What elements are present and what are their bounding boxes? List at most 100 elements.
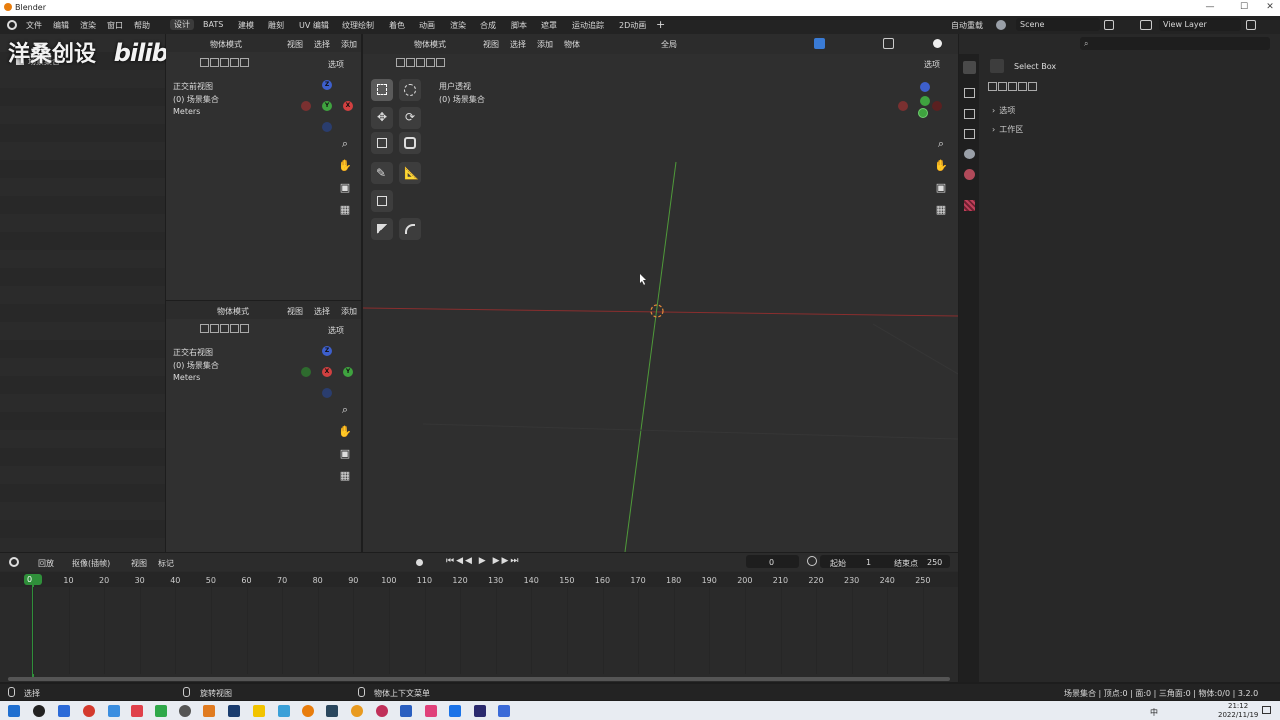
front-menu-select[interactable]: 选择	[314, 39, 330, 50]
search-taskbar-icon[interactable]	[33, 705, 45, 717]
app-blue-icon[interactable]	[108, 705, 120, 717]
right-zoom-icon[interactable]: ⌕	[337, 402, 353, 418]
front-gizmo-z-icon[interactable]: Z	[322, 80, 332, 90]
front-pan-hand-icon[interactable]: ✋	[337, 158, 353, 174]
view-layer-tab-icon[interactable]	[964, 129, 975, 139]
tab-modeling[interactable]: 建模	[238, 20, 254, 31]
menu-file[interactable]: 文件	[26, 20, 42, 31]
texture-tab-icon[interactable]	[964, 200, 975, 211]
front-menu-view[interactable]: 视图	[287, 39, 303, 50]
world-tab-icon[interactable]	[964, 169, 975, 180]
record-button[interactable]	[416, 559, 423, 566]
properties-select-mode-buttons[interactable]	[988, 82, 1038, 91]
app-magenta-icon[interactable]	[376, 705, 388, 717]
main-gizmo-neg-y-icon[interactable]	[918, 108, 928, 118]
add-workspace-button[interactable]: +	[656, 18, 665, 31]
transform-tool-button[interactable]	[399, 132, 421, 154]
main-pan-hand-icon[interactable]: ✋	[933, 158, 949, 174]
app-yellow-icon[interactable]	[253, 705, 265, 717]
tab-masking[interactable]: 遮罩	[541, 20, 557, 31]
xray-toggle-icon[interactable]	[883, 38, 894, 49]
front-gizmo-x-icon[interactable]: X	[343, 101, 353, 111]
move-tool-button[interactable]: ✥	[371, 107, 393, 129]
auto-reload[interactable]: 自动重载	[951, 20, 983, 31]
steam-icon[interactable]	[326, 705, 338, 717]
start-frame-value[interactable]: 1	[866, 558, 871, 567]
tab-scripting[interactable]: 脚本	[511, 20, 527, 31]
tab-sculpt[interactable]: 雕刻	[268, 20, 284, 31]
blender-taskbar-icon-2[interactable]	[351, 705, 363, 717]
measure-tool-button[interactable]: 📐	[399, 162, 421, 184]
scene-tab-icon[interactable]	[964, 149, 975, 159]
tab-motion-tracking[interactable]: 运动追踪	[572, 20, 604, 31]
taskbar-date[interactable]: 2022/11/19	[1218, 711, 1258, 719]
editor-type-icon[interactable]	[9, 557, 19, 567]
main-mode-select[interactable]: 物体模式	[414, 39, 446, 50]
scene-icon[interactable]	[996, 20, 1006, 30]
right-select-mode-buttons[interactable]	[200, 324, 250, 333]
timeline-scrollbar[interactable]	[8, 677, 950, 681]
app-vs-icon[interactable]	[498, 705, 510, 717]
right-pan-hand-icon[interactable]: ✋	[337, 424, 353, 440]
right-mode-select[interactable]: 物体模式	[217, 306, 249, 317]
tab-compositing[interactable]: 合成	[480, 20, 496, 31]
main-perspective-icon[interactable]: ▦	[933, 202, 949, 218]
blender-menu-icon[interactable]	[7, 20, 17, 30]
menu-window[interactable]: 窗口	[107, 20, 123, 31]
front-camera-icon[interactable]: ▣	[337, 180, 353, 196]
new-view-layer-icon[interactable]	[1246, 20, 1256, 30]
main-menu-select[interactable]: 选择	[510, 39, 526, 50]
tab-2d-animation[interactable]: 2D动画	[619, 20, 646, 31]
right-gizmo-neg-z-icon[interactable]	[322, 388, 332, 398]
new-scene-icon[interactable]	[1104, 20, 1114, 30]
front-zoom-icon[interactable]: ⌕	[337, 136, 353, 152]
front-viewport[interactable]	[166, 34, 361, 300]
front-gizmo-neg-x-icon[interactable]	[301, 101, 311, 111]
main-zoom-icon[interactable]: ⌕	[933, 136, 949, 152]
illustrator-icon[interactable]	[203, 705, 215, 717]
windows-start-icon[interactable]	[8, 705, 20, 717]
ime-indicator[interactable]: 中	[1150, 707, 1158, 718]
main-gizmo-z-icon[interactable]	[920, 82, 930, 92]
tab-layout[interactable]: 设计	[170, 19, 194, 30]
blender-taskbar-icon[interactable]	[302, 705, 314, 717]
clock-icon[interactable]	[807, 556, 817, 566]
playback-controls[interactable]: ⏮◀◀ ▶ ▶▶⏭	[446, 556, 521, 566]
after-effects-icon[interactable]	[474, 705, 486, 717]
annotate-tool-button[interactable]: ✎	[371, 162, 393, 184]
main-options-menu[interactable]: 选项	[924, 59, 940, 70]
select-box-tool-button[interactable]	[371, 79, 393, 101]
gizmo-toggle-icon[interactable]	[814, 38, 825, 49]
main-gizmo-x-icon[interactable]	[898, 101, 908, 111]
tool-properties-tab-icon[interactable]	[963, 61, 976, 74]
menu-help[interactable]: 帮助	[134, 20, 150, 31]
menu-edit[interactable]: 编辑	[53, 20, 69, 31]
front-menu-add[interactable]: 添加	[341, 39, 357, 50]
app-red-icon[interactable]	[83, 705, 95, 717]
scale-tool-button[interactable]	[371, 132, 393, 154]
shear-tool-button[interactable]	[371, 218, 393, 240]
right-grid-icon[interactable]: ▦	[337, 468, 353, 484]
tab-texture-paint[interactable]: 纹理绘制	[342, 20, 374, 31]
main-menu-object[interactable]: 物体	[564, 39, 580, 50]
bend-tool-button[interactable]	[399, 218, 421, 240]
app-rose-icon[interactable]	[425, 705, 437, 717]
notification-icon[interactable]	[1262, 706, 1271, 714]
cursor-tool-button[interactable]	[399, 79, 421, 101]
main-select-mode-buttons[interactable]	[396, 58, 446, 67]
photoshop-icon[interactable]	[228, 705, 240, 717]
close-button[interactable]: ✕	[1258, 2, 1280, 12]
front-select-mode-buttons[interactable]	[200, 58, 250, 67]
output-properties-tab-icon[interactable]	[964, 109, 975, 119]
maximize-button[interactable]: ☐	[1232, 2, 1256, 12]
timeline-menu-view[interactable]: 视图	[131, 558, 147, 569]
minimize-button[interactable]: —	[1198, 2, 1222, 12]
solid-shading-icon[interactable]	[933, 39, 942, 48]
tab-rendering[interactable]: 渲染	[450, 20, 466, 31]
main-gizmo-y-icon[interactable]	[920, 96, 930, 106]
workspace-section[interactable]: › 工作区	[992, 124, 1023, 135]
app-gray-icon[interactable]	[179, 705, 191, 717]
main-camera-icon[interactable]: ▣	[933, 180, 949, 196]
view-layer-icon[interactable]	[1140, 20, 1152, 30]
front-gizmo-neg-z-icon[interactable]	[322, 122, 332, 132]
